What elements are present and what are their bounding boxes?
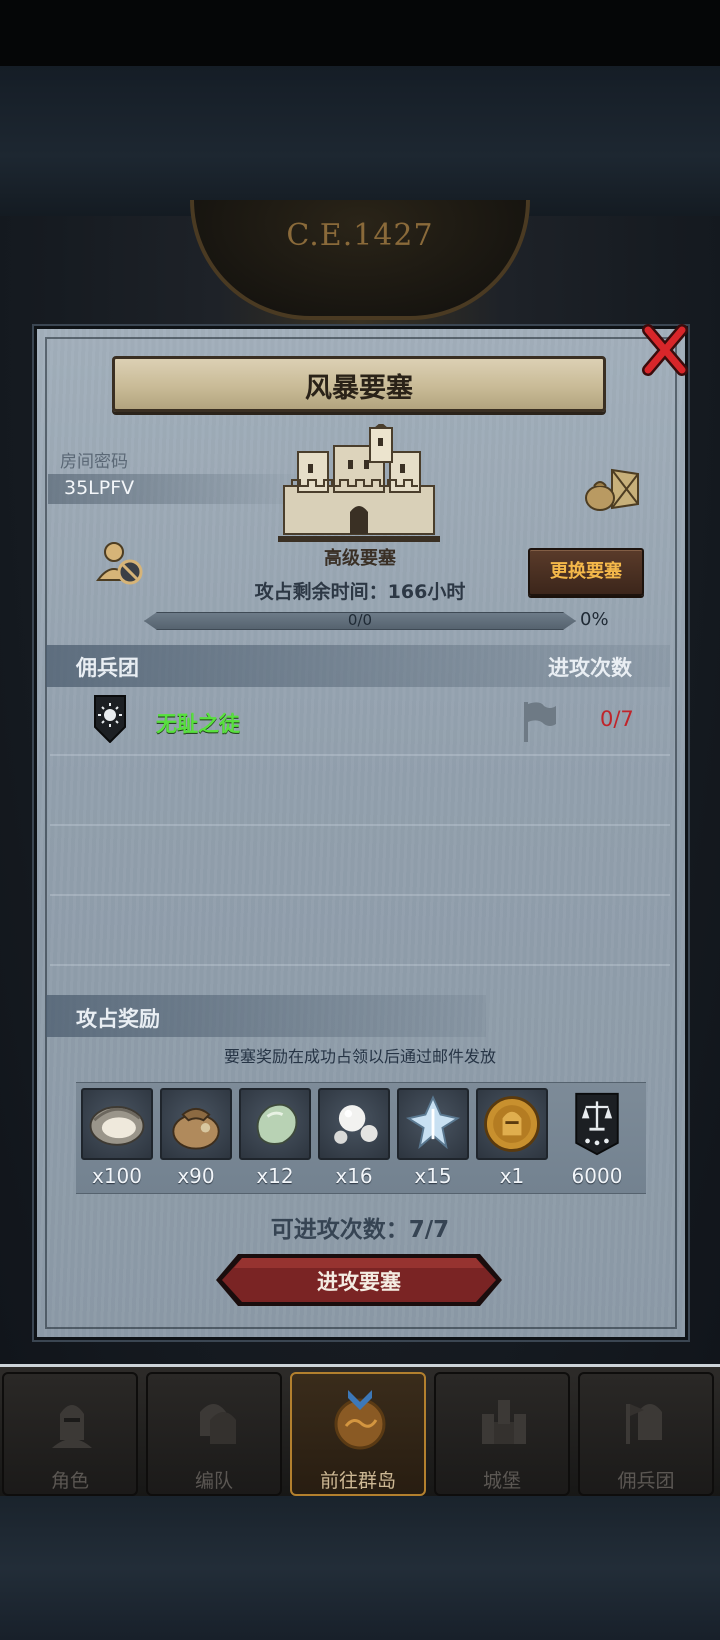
supply-crate-icon[interactable] — [582, 464, 644, 512]
oyster-icon — [89, 1106, 145, 1146]
close-button[interactable] — [640, 322, 690, 378]
reward-slot — [160, 1088, 232, 1160]
row-divider — [50, 754, 670, 756]
fortress-icon — [278, 424, 440, 542]
sack-icon — [172, 1107, 220, 1150]
nav-item-castle[interactable]: 城堡 — [434, 1372, 570, 1496]
bottom-frame — [0, 1496, 720, 1640]
formation-icon — [200, 1404, 236, 1444]
attacks-header: 进攻次数 — [548, 656, 632, 680]
rewards-header: 攻占奖励 — [76, 1007, 160, 1031]
justice-banner-icon — [575, 1092, 619, 1156]
flag-icon — [524, 702, 556, 742]
room-code-label: 房间密码 — [60, 452, 128, 472]
reward-quantity: x90 — [177, 1164, 215, 1188]
progress-percent: 0% — [580, 609, 609, 630]
rewards-note: 要塞奖励在成功占领以后通过邮件发放 — [223, 1047, 496, 1066]
nav-label: 佣兵团 — [617, 1470, 675, 1492]
row-divider — [50, 824, 670, 826]
row-divider — [50, 964, 670, 966]
reward-quantity: x12 — [256, 1164, 294, 1188]
pearls-icon — [334, 1105, 378, 1144]
knight-coin-icon — [484, 1096, 540, 1152]
reward-item[interactable]: x90 — [160, 1088, 232, 1188]
remaining-time: 攻占剩余时间：166小时 — [254, 581, 466, 603]
mercenary-icon — [626, 1404, 662, 1444]
reward-item[interactable]: x100 — [81, 1088, 153, 1188]
sun-shield-icon — [94, 695, 126, 743]
reward-slot — [476, 1088, 548, 1160]
reward-slot — [561, 1088, 633, 1160]
reward-item[interactable]: 6000 — [561, 1088, 633, 1188]
nav-item-islands[interactable]: 前往群岛 — [290, 1372, 426, 1496]
ice-crystal-icon — [405, 1095, 461, 1150]
reward-quantity: x16 — [335, 1164, 373, 1188]
gem-stone-icon — [256, 1103, 298, 1145]
reward-quantity: x1 — [499, 1164, 525, 1188]
attack-fortress-button[interactable]: 进攻要塞 — [214, 1252, 504, 1308]
reward-item[interactable]: x12 — [239, 1088, 311, 1188]
progress-count: 0/0 — [347, 611, 373, 629]
nav-item-mercenary[interactable]: 佣兵团 — [578, 1372, 714, 1496]
nav-label: 前往群岛 — [319, 1470, 396, 1492]
reward-item[interactable]: x16 — [318, 1088, 390, 1188]
reward-item[interactable]: x15 — [397, 1088, 469, 1188]
top-frame — [0, 66, 720, 216]
reward-slot — [239, 1088, 311, 1160]
reward-item[interactable]: x1 — [476, 1088, 548, 1188]
reward-slot — [397, 1088, 469, 1160]
nav-label: 角色 — [50, 1470, 89, 1492]
change-fortress-button[interactable]: 更换要塞 — [528, 548, 644, 596]
room-code: 35LPFV — [64, 477, 135, 499]
row-divider — [50, 894, 670, 896]
member-name: 无耻之徒 — [156, 712, 240, 736]
dialog-title: 风暴要塞 — [305, 373, 413, 404]
reward-quantity: x15 — [414, 1164, 452, 1188]
reward-quantity: x100 — [91, 1164, 142, 1188]
knight-helmet-icon — [52, 1405, 92, 1448]
mercenary-header: 佣兵团 — [76, 656, 139, 680]
attack-button-label: 进攻要塞 — [317, 1270, 401, 1294]
nav-label: 编队 — [194, 1470, 233, 1492]
member-attack-count: 0/7 — [600, 707, 634, 731]
nav-item-formation[interactable]: 编队 — [146, 1372, 282, 1496]
nav-label: 城堡 — [482, 1470, 521, 1492]
islands-compass-icon — [334, 1390, 386, 1450]
available-attacks: 可进攻次数：7/7 — [270, 1217, 450, 1243]
close-icon — [642, 324, 688, 376]
era-label: C.E.1427 — [286, 218, 434, 253]
status-bar-area — [0, 0, 720, 66]
reward-slot — [318, 1088, 390, 1160]
nav-item-character[interactable]: 角色 — [2, 1372, 138, 1496]
mute-member-icon[interactable] — [96, 538, 144, 586]
fortress-type: 高级要塞 — [324, 548, 396, 569]
castle-icon — [482, 1400, 526, 1444]
reward-quantity: 6000 — [571, 1164, 623, 1188]
reward-slot — [81, 1088, 153, 1160]
